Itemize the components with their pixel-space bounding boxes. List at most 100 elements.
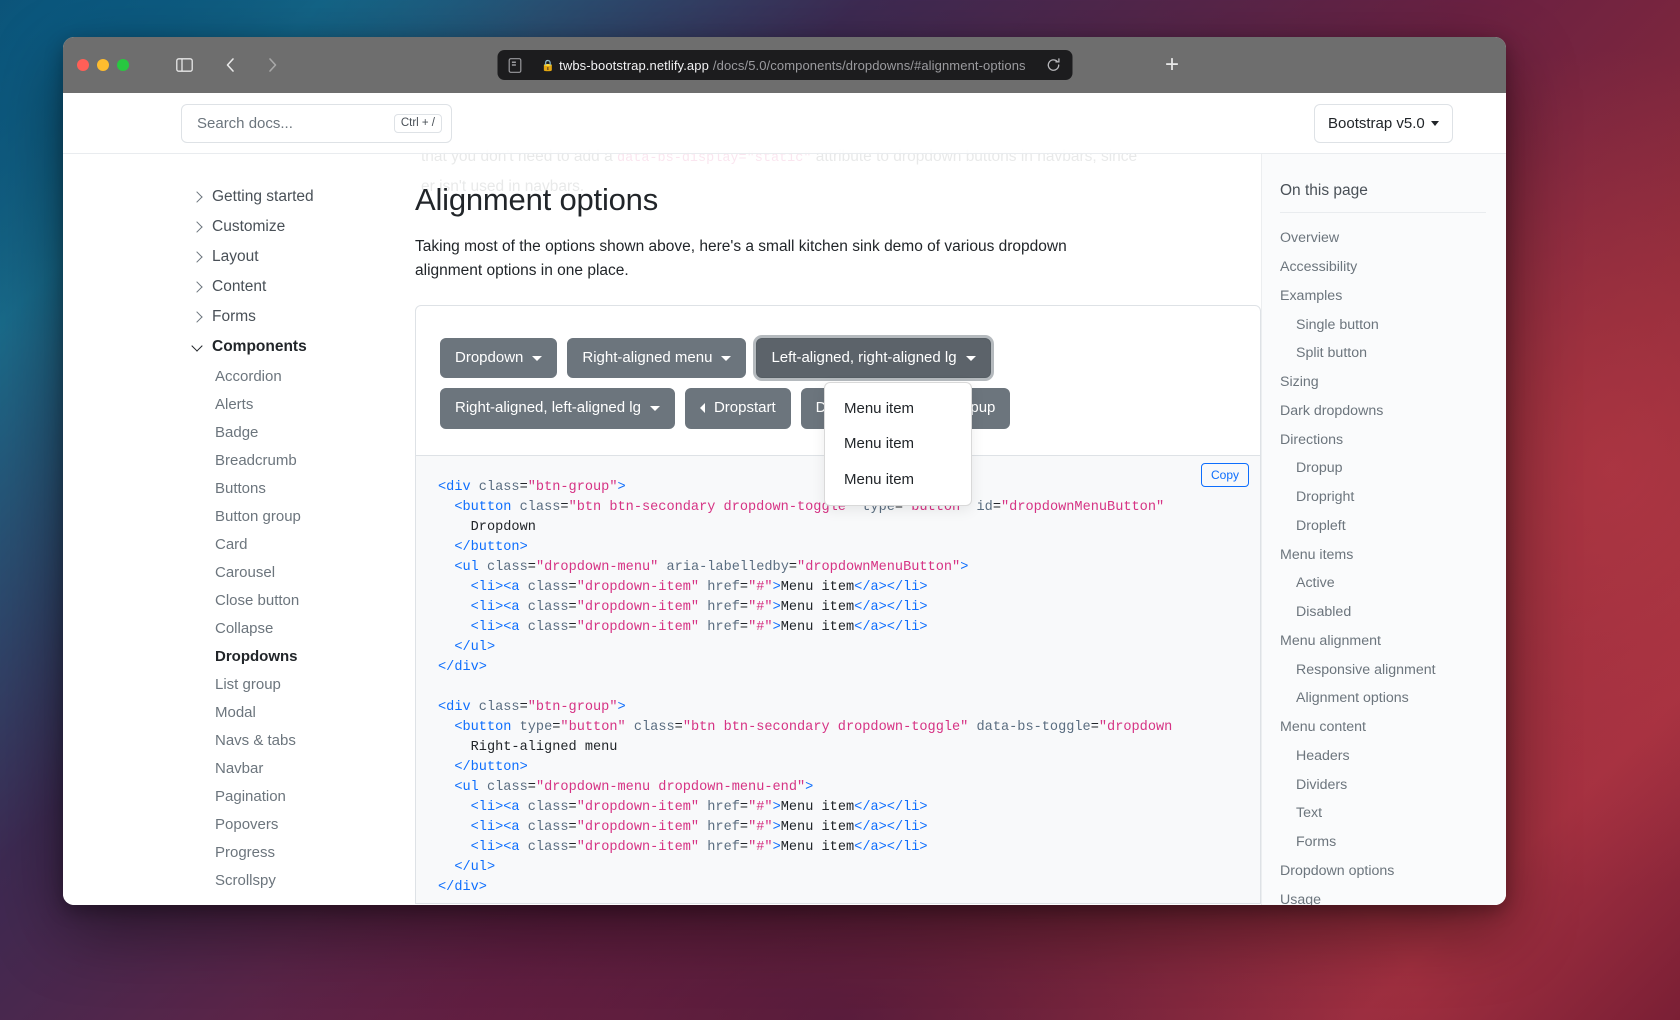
sidebar-item-navbar[interactable]: Navbar: [63, 754, 379, 782]
sidebar-item-dropdowns[interactable]: Dropdowns: [63, 642, 379, 670]
dropdown-toggle-dropdown[interactable]: Dropdown: [440, 338, 558, 379]
toc-item-accessibility[interactable]: Accessibility: [1280, 253, 1486, 282]
sidebar-item-buttons[interactable]: Buttons: [63, 474, 379, 502]
toc-item-dropleft[interactable]: Dropleft: [1280, 512, 1486, 541]
address-bar[interactable]: 🔒 twbs-bootstrap.netlify.app/docs/5.0/co…: [497, 50, 1072, 80]
code-content: <div class="btn-group"> <button class="b…: [416, 478, 1260, 903]
code-token: <li><a: [470, 619, 528, 635]
sidebar-item-breadcrumb[interactable]: Breadcrumb: [63, 446, 379, 474]
dropdown-toggle-left-aligned-right-aligned-lg[interactable]: Left-aligned, right-aligned lg: [756, 338, 991, 379]
code-token: <li><a: [470, 839, 528, 855]
sidebar-group-forms[interactable]: Forms: [63, 302, 379, 332]
toc-item-usage[interactable]: Usage: [1280, 885, 1486, 905]
toc-item-menu-alignment[interactable]: Menu alignment: [1280, 627, 1486, 656]
toc-item-forms[interactable]: Forms: [1280, 828, 1486, 857]
dropdown-toggle-label: Right-aligned menu: [582, 349, 713, 366]
dropdown-menu-item[interactable]: Menu item: [825, 462, 971, 497]
toc-item-sizing[interactable]: Sizing: [1280, 368, 1486, 397]
code-token: </ul>: [454, 639, 496, 655]
code-token: "btn-group": [527, 479, 618, 495]
code-token: <ul: [454, 559, 487, 575]
back-arrow-icon[interactable]: [215, 52, 245, 78]
version-dropdown[interactable]: Bootstrap v5.0: [1314, 104, 1453, 143]
reader-view-icon[interactable]: [505, 56, 525, 74]
toc-item-overview[interactable]: Overview: [1280, 224, 1486, 253]
dropdown-menu-item[interactable]: Menu item: [825, 426, 971, 461]
sidebar-item-alerts[interactable]: Alerts: [63, 390, 379, 418]
example-preview: Dropdown Right-aligned menu Left-aligned, …: [415, 305, 1261, 506]
toc-item-examples[interactable]: Examples: [1280, 282, 1486, 311]
close-window-button[interactable]: [77, 59, 89, 71]
code-token: "btn btn-secondary dropdown-toggle": [568, 499, 855, 515]
sidebar-item-navs-tabs[interactable]: Navs & tabs: [63, 726, 379, 754]
code-token: "dropdown-menu": [535, 559, 659, 575]
dropdown-toggle-right-aligned-left-aligned-lg[interactable]: Right-aligned, left-aligned lg: [440, 388, 675, 429]
sidebar-group-layout[interactable]: Layout: [63, 242, 379, 272]
window-controls[interactable]: [77, 59, 129, 71]
toc-item-menu-content[interactable]: Menu content: [1280, 713, 1486, 742]
toc-item-headers[interactable]: Headers: [1280, 742, 1486, 771]
sidebar-item-scrollspy[interactable]: Scrollspy: [63, 866, 379, 894]
minimize-window-button[interactable]: [97, 59, 109, 71]
toc-item-dropup[interactable]: Dropup: [1280, 454, 1486, 483]
sidebar-item-carousel[interactable]: Carousel: [63, 558, 379, 586]
code-token: </a></li>: [854, 579, 928, 595]
toc-item-dropright[interactable]: Dropright: [1280, 483, 1486, 512]
toc-item-dividers[interactable]: Dividers: [1280, 770, 1486, 799]
btn-group: Left-aligned, right-aligned lg: [756, 338, 991, 379]
toc-item-active[interactable]: Active: [1280, 569, 1486, 598]
sidebar-group-content[interactable]: Content: [63, 272, 379, 302]
toc-item-dropdown-options[interactable]: Dropdown options: [1280, 857, 1486, 886]
new-tab-button[interactable]: +: [1158, 51, 1186, 79]
toc-item-responsive-alignment[interactable]: Responsive alignment: [1280, 655, 1486, 684]
toc-item-text[interactable]: Text: [1280, 799, 1486, 828]
toc-item-dark-dropdowns[interactable]: Dark dropdowns: [1280, 397, 1486, 426]
sidebar-group-components[interactable]: Components: [63, 332, 379, 362]
search-input[interactable]: Search docs... Ctrl + /: [181, 104, 452, 143]
url-text[interactable]: 🔒 twbs-bootstrap.netlify.app/docs/5.0/co…: [525, 58, 1042, 73]
code-token: "#": [748, 819, 773, 835]
sidebar-item-progress[interactable]: Progress: [63, 838, 379, 866]
toc-item-menu-items[interactable]: Menu items: [1280, 540, 1486, 569]
code-token: class: [527, 819, 569, 835]
forward-arrow-icon[interactable]: [257, 52, 287, 78]
copy-code-button[interactable]: Copy: [1200, 462, 1249, 488]
code-token: =: [568, 579, 577, 595]
sidebar-item-pagination[interactable]: Pagination: [63, 782, 379, 810]
button-row-1: Dropdown Right-aligned menu Left-aligned, …: [440, 338, 1236, 379]
sidebar-item-card[interactable]: Card: [63, 530, 379, 558]
btn-group: Right-aligned, left-aligned lg: [440, 388, 675, 429]
toc-item-single-button[interactable]: Single button: [1280, 310, 1486, 339]
code-token: =: [568, 599, 577, 615]
sidebar-item-collapse[interactable]: Collapse: [63, 614, 379, 642]
sidebar-item-popovers[interactable]: Popovers: [63, 810, 379, 838]
lock-icon: 🔒: [541, 59, 556, 72]
sidebar-group-customize[interactable]: Customize: [63, 212, 379, 242]
navigation-arrows[interactable]: [215, 52, 289, 78]
dropdown-menu-item[interactable]: Menu item: [825, 391, 971, 426]
dropdown-toggle-label: Dropstart: [713, 399, 776, 417]
toc-item-disabled[interactable]: Disabled: [1280, 598, 1486, 627]
toc-item-alignment-options[interactable]: Alignment options: [1280, 684, 1486, 713]
code-token: class: [478, 479, 520, 495]
sidebar-item-list-group[interactable]: List group: [63, 670, 379, 698]
sidebar-item-accordion[interactable]: Accordion: [63, 362, 379, 390]
dropdown-toggle-right-aligned-menu[interactable]: Right-aligned menu: [567, 338, 747, 379]
sidebar-item-close-button[interactable]: Close button: [63, 586, 379, 614]
maximize-window-button[interactable]: [117, 59, 129, 71]
version-label: Bootstrap v5.0: [1328, 115, 1425, 132]
sidebar-toggle-icon[interactable]: [169, 52, 199, 78]
sidebar-group-getting-started[interactable]: Getting started: [63, 182, 379, 212]
toc-item-split-button[interactable]: Split button: [1280, 339, 1486, 368]
sidebar-item-modal[interactable]: Modal: [63, 698, 379, 726]
sidebar-item-badge[interactable]: Badge: [63, 418, 379, 446]
toc-item-directions[interactable]: Directions: [1280, 425, 1486, 454]
dropdown-toggle-dropstart[interactable]: Dropstart: [684, 388, 791, 429]
chevron-right-icon: [192, 312, 203, 323]
code-token: Menu item: [780, 819, 855, 835]
reload-icon[interactable]: [1042, 54, 1064, 76]
open-dropdown-menu[interactable]: Menu item Menu item Menu item: [824, 382, 972, 506]
sidebar-item-button-group[interactable]: Button group: [63, 502, 379, 530]
